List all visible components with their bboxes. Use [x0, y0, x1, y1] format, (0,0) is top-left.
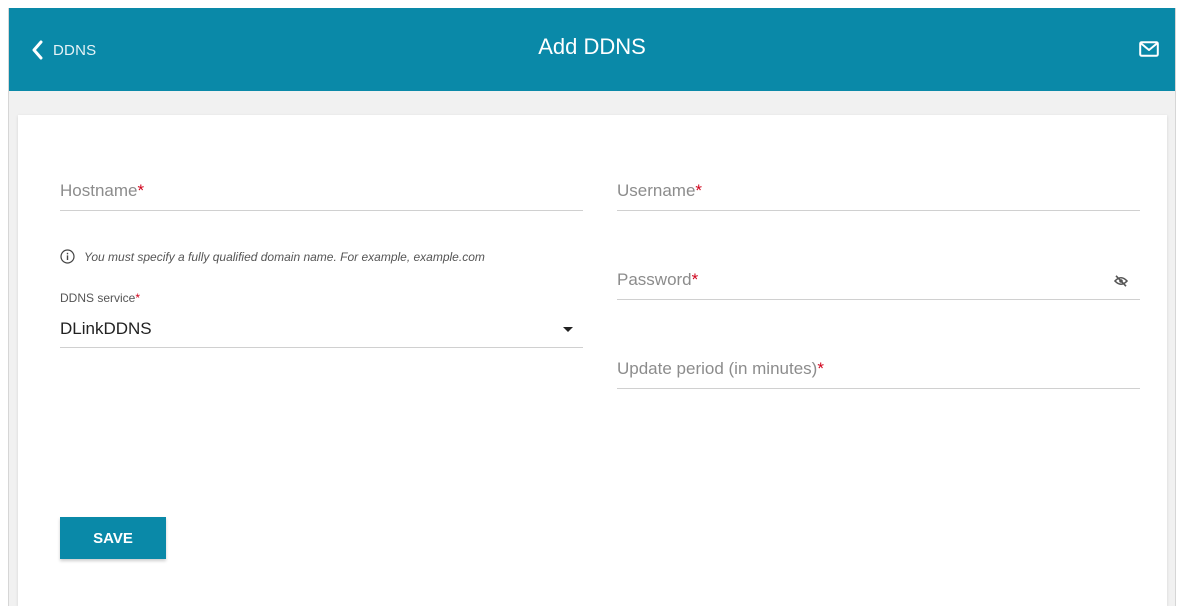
- hostname-hint: You must specify a fully qualified domai…: [60, 249, 485, 264]
- required-mark: *: [695, 181, 703, 200]
- ddns-service-select[interactable]: DLinkDDNS: [60, 311, 583, 348]
- info-icon: [60, 249, 75, 264]
- mail-icon: [1139, 41, 1159, 57]
- hostname-placeholder: Hostname*: [60, 181, 144, 201]
- save-button[interactable]: SAVE: [60, 517, 166, 559]
- eye-off-icon: [1113, 275, 1129, 287]
- username-placeholder: Username*: [617, 181, 702, 201]
- update-period-placeholder: Update period (in minutes)*: [617, 359, 824, 379]
- required-mark: *: [137, 181, 145, 200]
- update-period-label: Update period (in minutes): [617, 359, 818, 378]
- hostname-field[interactable]: Hostname*: [60, 173, 583, 211]
- required-mark: *: [691, 270, 699, 289]
- page-title: Add DDNS: [538, 34, 646, 59]
- hostname-hint-text: You must specify a fully qualified domai…: [84, 249, 485, 264]
- username-label: Username: [617, 181, 696, 200]
- password-placeholder: Password*: [617, 270, 698, 290]
- ddns-service-label-text: DDNS service: [60, 291, 136, 305]
- toggle-password-visibility[interactable]: [1113, 274, 1129, 292]
- hostname-label: Hostname: [60, 181, 138, 200]
- ddns-service-label: DDNS service*: [60, 291, 140, 305]
- username-field[interactable]: Username*: [617, 173, 1140, 211]
- password-field[interactable]: Password*: [617, 261, 1140, 300]
- update-period-field[interactable]: Update period (in minutes)*: [617, 351, 1140, 389]
- top-bar: DDNS Add DDNS: [9, 8, 1175, 91]
- form-card: Hostname* You must specify a fully quali…: [18, 115, 1167, 606]
- required-mark: *: [135, 291, 141, 305]
- ddns-service-value: DLinkDDNS: [60, 319, 152, 338]
- required-mark: *: [817, 359, 824, 378]
- caret-down-icon: [563, 327, 573, 332]
- password-label: Password: [617, 270, 692, 289]
- app-frame: DDNS Add DDNS Hostname* You must specify…: [8, 8, 1176, 606]
- notifications-button[interactable]: [1139, 41, 1159, 62]
